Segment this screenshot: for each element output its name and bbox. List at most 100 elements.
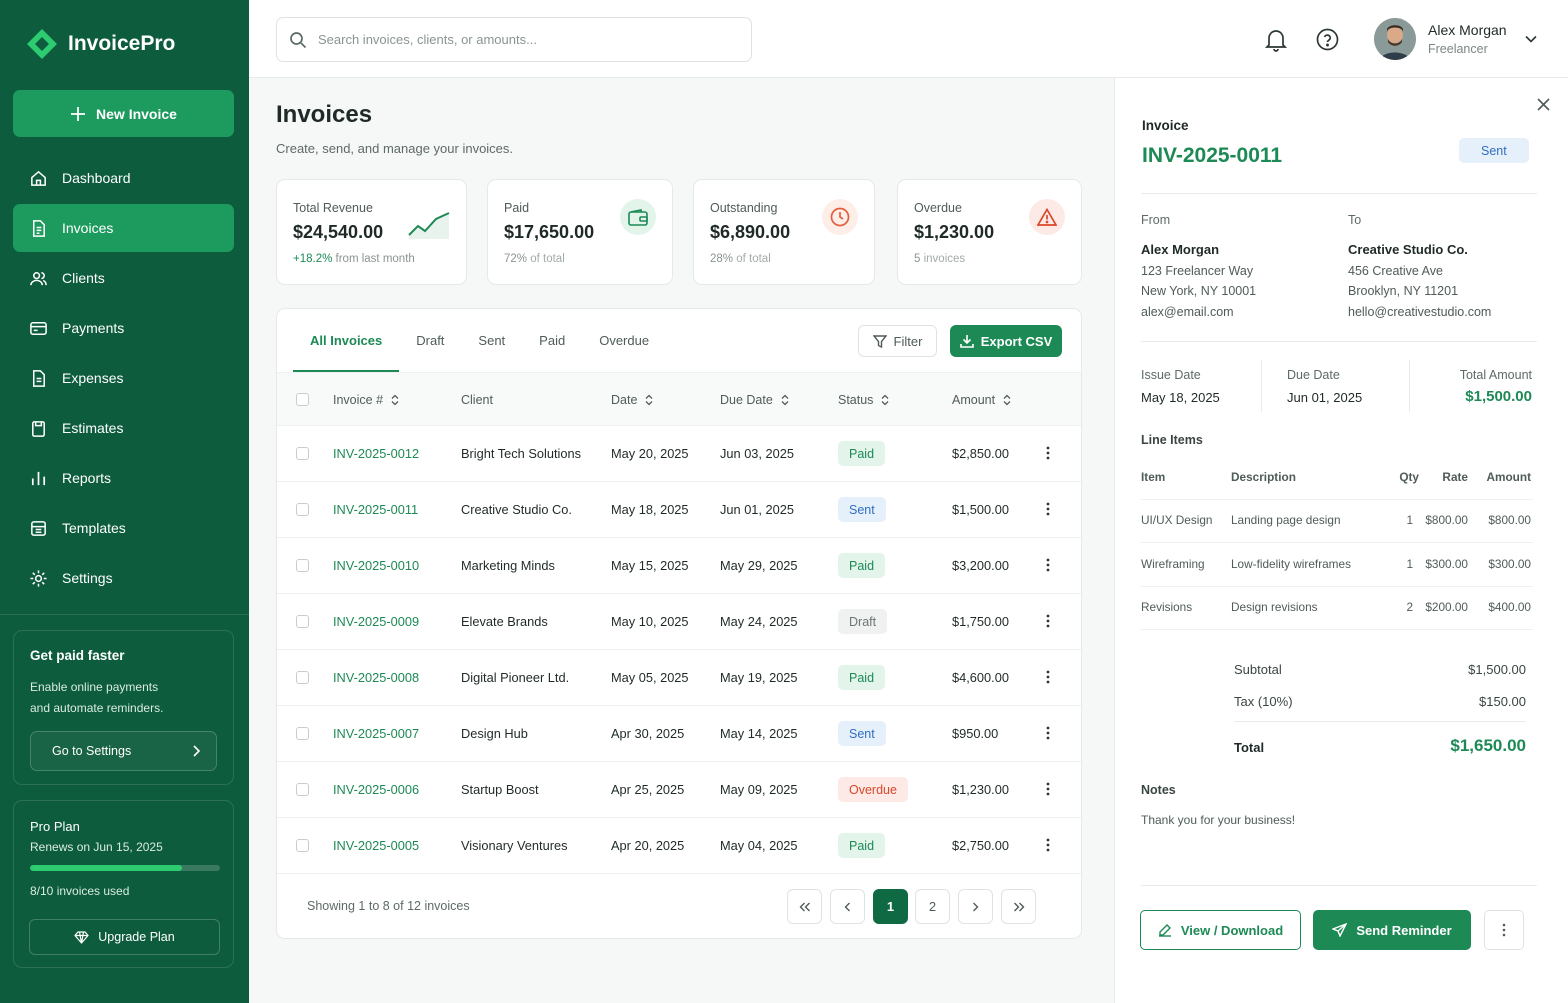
line-items-title: Line Items xyxy=(1141,433,1203,447)
more-actions-button[interactable] xyxy=(1484,910,1524,950)
invoice-number-link[interactable]: INV-2025-0008 xyxy=(333,670,419,685)
table-row[interactable]: INV-2025-0006 Startup Boost Apr 25, 2025 Ma… xyxy=(277,762,1081,818)
sidebar-item-reports[interactable]: Reports xyxy=(13,454,234,502)
go-to-settings-button[interactable]: Go to Settings xyxy=(30,731,217,771)
client-name: Digital Pioneer Ltd. xyxy=(461,670,570,685)
sidebar-item-estimates[interactable]: Estimates xyxy=(13,404,234,452)
sidebar-item-dashboard[interactable]: Dashboard xyxy=(13,154,234,202)
sidebar-item-settings[interactable]: Settings xyxy=(13,554,234,602)
detail-status-badge: Sent xyxy=(1459,138,1529,163)
last-page-button[interactable] xyxy=(1001,889,1036,924)
new-invoice-button[interactable]: New Invoice xyxy=(13,90,234,137)
page-2-button[interactable]: 2 xyxy=(915,889,950,924)
export-csv-button[interactable]: Export CSV xyxy=(950,325,1062,357)
table-row[interactable]: INV-2025-0007 Design Hub Apr 30, 2025 May 1… xyxy=(277,706,1081,762)
warning-icon xyxy=(1029,199,1065,235)
invoice-number-link[interactable]: INV-2025-0011 xyxy=(333,502,418,517)
upgrade-plan-button[interactable]: Upgrade Plan xyxy=(29,919,220,955)
sidebar-item-clients[interactable]: Clients xyxy=(13,254,234,302)
trend-up-icon xyxy=(408,212,450,239)
send-reminder-button[interactable]: Send Reminder xyxy=(1313,910,1471,950)
sidebar-item-payments[interactable]: Payments xyxy=(13,304,234,352)
sidebar-item-invoices[interactable]: Invoices xyxy=(13,204,234,252)
invoice-number-link[interactable]: INV-2025-0009 xyxy=(333,614,419,629)
sidebar-item-label: Clients xyxy=(62,270,105,286)
row-checkbox[interactable] xyxy=(296,783,309,796)
more-vertical-icon[interactable] xyxy=(1046,502,1050,516)
detail-label: Invoice xyxy=(1142,118,1189,133)
more-vertical-icon[interactable] xyxy=(1046,446,1050,460)
select-all-checkbox[interactable] xyxy=(296,393,309,406)
column-status[interactable]: Status xyxy=(838,393,889,407)
invoice-number-link[interactable]: INV-2025-0005 xyxy=(333,838,419,853)
more-vertical-icon[interactable] xyxy=(1046,782,1050,796)
more-vertical-icon[interactable] xyxy=(1046,726,1050,740)
table-row[interactable]: INV-2025-0005 Visionary Ventures Apr 20, 2… xyxy=(277,818,1081,874)
table-row[interactable]: INV-2025-0012 Bright Tech Solutions May 20… xyxy=(277,426,1081,482)
from-email: alex@email.com xyxy=(1141,305,1234,319)
client-name: Visionary Ventures xyxy=(461,838,568,853)
promo-line-1: Enable online payments xyxy=(30,680,159,694)
amount: $1,750.00 xyxy=(952,614,1009,629)
stat-sub: 72% of total xyxy=(504,253,656,265)
tab-paid[interactable]: Paid xyxy=(522,309,582,371)
more-vertical-icon[interactable] xyxy=(1046,838,1050,852)
tab-all-invoices[interactable]: All Invoices xyxy=(293,309,400,372)
table-row[interactable]: INV-2025-0008 Digital Pioneer Ltd. May 05,… xyxy=(277,650,1081,706)
bell-icon[interactable] xyxy=(1265,28,1287,52)
bar-chart-icon xyxy=(31,471,46,485)
column-due-date[interactable]: Due Date xyxy=(720,393,789,407)
more-vertical-icon[interactable] xyxy=(1046,670,1050,684)
line-header-description: Description xyxy=(1231,470,1296,484)
filter-button[interactable]: Filter xyxy=(858,325,937,357)
invoice-number-link[interactable]: INV-2025-0012 xyxy=(333,446,419,461)
app-logo[interactable]: InvoicePro xyxy=(26,28,175,60)
download-icon xyxy=(959,335,974,348)
invoice-detail-panel: Invoice INV-2025-0011 Sent From To Alex … xyxy=(1114,78,1568,1003)
gear-icon xyxy=(30,569,47,587)
column-invoice-number[interactable]: Invoice # xyxy=(333,393,399,407)
row-checkbox[interactable] xyxy=(296,839,309,852)
more-vertical-icon[interactable] xyxy=(1046,558,1050,572)
help-icon[interactable] xyxy=(1316,28,1339,51)
line-item-rate: $800.00 xyxy=(1425,513,1468,527)
tab-overdue[interactable]: Overdue xyxy=(582,309,666,371)
row-checkbox[interactable] xyxy=(296,671,309,684)
prev-page-button[interactable] xyxy=(830,889,865,924)
more-vertical-icon[interactable] xyxy=(1046,614,1050,628)
user-menu[interactable]: Alex Morgan Freelancer xyxy=(1374,18,1537,60)
invoice-number-link[interactable]: INV-2025-0010 xyxy=(333,558,419,573)
line-item-rate: $200.00 xyxy=(1425,600,1468,614)
row-checkbox[interactable] xyxy=(296,615,309,628)
row-checkbox[interactable] xyxy=(296,727,309,740)
sidebar-item-expenses[interactable]: Expenses xyxy=(13,354,234,402)
search-input[interactable]: Search invoices, clients, or amounts... xyxy=(276,17,752,62)
table-row[interactable]: INV-2025-0009 Elevate Brands May 10, 2025 M… xyxy=(277,594,1081,650)
tab-draft[interactable]: Draft xyxy=(399,309,461,371)
client-name: Startup Boost xyxy=(461,782,539,797)
stat-percent: 28% xyxy=(710,253,734,265)
column-amount[interactable]: Amount xyxy=(952,393,1011,407)
promo-line-2: and automate reminders. xyxy=(30,701,164,715)
column-date[interactable]: Date xyxy=(611,393,653,407)
row-checkbox[interactable] xyxy=(296,447,309,460)
table-row[interactable]: INV-2025-0010 Marketing Minds May 15, 2025… xyxy=(277,538,1081,594)
sort-icon xyxy=(645,394,653,406)
close-icon[interactable] xyxy=(1537,98,1550,111)
issue-date-label: Issue Date xyxy=(1141,368,1201,382)
stat-percent: 72% xyxy=(504,253,528,265)
diamond-icon xyxy=(74,930,90,944)
next-page-button[interactable] xyxy=(958,889,993,924)
invoice-number-link[interactable]: INV-2025-0006 xyxy=(333,782,419,797)
view-download-button[interactable]: View / Download xyxy=(1140,910,1301,950)
page-1-button[interactable]: 1 xyxy=(873,889,908,924)
line-header-amount: Amount xyxy=(1486,470,1531,484)
row-checkbox[interactable] xyxy=(296,559,309,572)
tab-sent[interactable]: Sent xyxy=(461,309,522,371)
divider xyxy=(1261,360,1262,412)
sidebar-item-templates[interactable]: Templates xyxy=(13,504,234,552)
row-checkbox[interactable] xyxy=(296,503,309,516)
table-row[interactable]: INV-2025-0011 Creative Studio Co. May 18, … xyxy=(277,482,1081,538)
first-page-button[interactable] xyxy=(787,889,822,924)
invoice-number-link[interactable]: INV-2025-0007 xyxy=(333,726,419,741)
